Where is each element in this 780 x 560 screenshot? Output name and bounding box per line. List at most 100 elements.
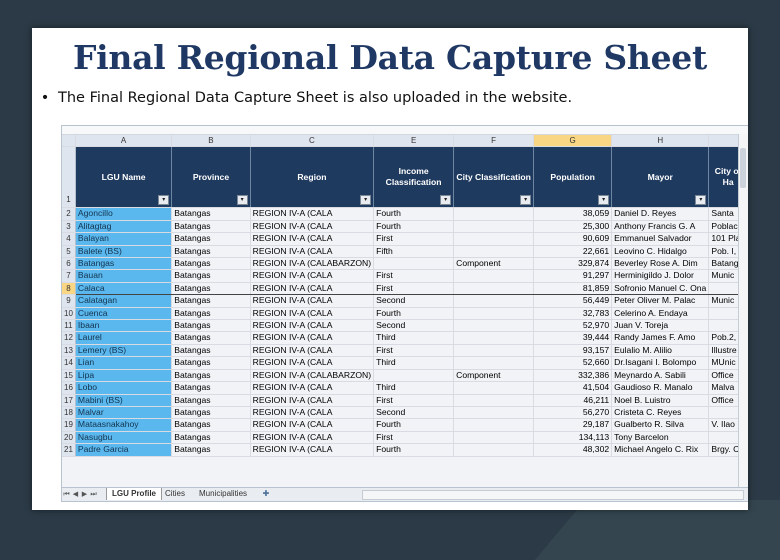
cell-lgu-name[interactable]: Mataasnakahoy (75, 418, 173, 432)
cell-income-class[interactable]: First (373, 344, 455, 358)
cell-city-class[interactable] (453, 207, 535, 221)
cell-province[interactable]: Batangas (171, 245, 251, 259)
cell-income-class[interactable] (373, 257, 455, 271)
cell-income-class[interactable]: Second (373, 406, 455, 420)
cell-lgu-name[interactable]: Calaca (75, 281, 173, 296)
cell-mayor[interactable]: Herminigildo J. Dolor (611, 269, 710, 283)
cell-income-class[interactable]: First (373, 431, 455, 445)
cell-lgu-name[interactable]: Malvar (75, 406, 173, 420)
cell-population[interactable]: 93,157 (533, 344, 613, 358)
cell-lgu-name[interactable]: Calatagan (75, 294, 173, 308)
cell-province[interactable]: Batangas (171, 232, 251, 246)
cell-region[interactable]: REGION IV-A (CALA (250, 344, 375, 358)
cell-province[interactable]: Batangas (171, 344, 251, 358)
column-letter[interactable]: H (611, 135, 710, 148)
cell-city-class[interactable] (453, 281, 535, 296)
cell-income-class[interactable]: Fourth (373, 220, 455, 234)
cell-province[interactable]: Batangas (171, 443, 251, 457)
filter-dropdown-icon[interactable]: ▾ (158, 195, 170, 206)
row-number[interactable]: 2 (62, 207, 76, 221)
column-letter[interactable]: A (75, 135, 173, 148)
cell-region[interactable]: REGION IV-A (CALA (250, 232, 375, 246)
row-number[interactable]: 14 (62, 356, 76, 370)
cell-income-class[interactable]: First (373, 232, 455, 246)
cell-lgu-name[interactable]: Alitagtag (75, 220, 173, 234)
cell-city-class[interactable] (453, 381, 535, 395)
cell-province[interactable]: Batangas (171, 220, 251, 234)
cell-province[interactable]: Batangas (171, 207, 251, 221)
cell-population[interactable]: 29,187 (533, 418, 613, 432)
row-number[interactable]: 13 (62, 344, 76, 358)
cell-population[interactable]: 332,386 (533, 369, 613, 383)
last-sheet-icon[interactable]: ⏭ (89, 488, 98, 501)
cell-region[interactable]: REGION IV-A (CALA (250, 443, 375, 457)
filter-dropdown-icon[interactable]: ▾ (520, 195, 532, 206)
cell-city-class[interactable] (453, 344, 535, 358)
cell-mayor[interactable]: Eulalio M. Alilio (611, 344, 710, 358)
column-letter[interactable]: E (373, 135, 455, 148)
cell-city-class[interactable] (453, 232, 535, 246)
vertical-scrollbar[interactable] (738, 134, 748, 489)
filter-dropdown-icon[interactable]: ▾ (598, 195, 610, 206)
cell-income-class[interactable]: Third (373, 331, 455, 345)
cell-region[interactable]: REGION IV-A (CALA (250, 356, 375, 370)
row-number[interactable]: 18 (62, 406, 76, 420)
cell-region[interactable]: REGION IV-A (CALA (250, 220, 375, 234)
cell-income-class[interactable]: Fourth (373, 307, 455, 321)
cell-province[interactable]: Batangas (171, 369, 251, 383)
cell-lgu-name[interactable]: Bauan (75, 269, 173, 283)
cell-population[interactable]: 48,302 (533, 443, 613, 457)
cell-mayor[interactable]: Celerino A. Endaya (611, 307, 710, 321)
column-letter[interactable]: C (250, 135, 375, 148)
column-letter[interactable]: B (171, 135, 251, 148)
cell-lgu-name[interactable]: Mabini (BS) (75, 394, 173, 407)
cell-income-class[interactable] (373, 369, 455, 383)
cell-region[interactable]: REGION IV-A (CALA (250, 331, 375, 345)
tab-municipalities[interactable]: Municipalities (194, 488, 252, 500)
cell-lgu-name[interactable]: Balete (BS) (75, 245, 173, 259)
row-number[interactable]: 10 (62, 307, 76, 321)
cell-city-class[interactable] (453, 394, 535, 407)
cell-income-class[interactable]: First (373, 394, 455, 407)
cell-lgu-name[interactable]: Balayan (75, 232, 173, 246)
cell-population[interactable]: 38,059 (533, 207, 613, 221)
cell-mayor[interactable]: Beverley Rose A. Dim (611, 257, 710, 271)
cell-mayor[interactable]: Peter Oliver M. Palac (611, 294, 710, 308)
cell-region[interactable]: REGION IV-A (CALA (250, 245, 375, 259)
cell-mayor[interactable]: Juan V. Toreja (611, 319, 710, 333)
cell-income-class[interactable]: Third (373, 356, 455, 370)
cell-mayor[interactable]: Gaudioso R. Manalo (611, 381, 710, 395)
cell-province[interactable]: Batangas (171, 356, 251, 370)
cell-mayor[interactable]: Cristeta C. Reyes (611, 406, 710, 420)
row-number[interactable]: 8 (62, 282, 76, 296)
cell-province[interactable]: Batangas (171, 281, 251, 296)
cell-population[interactable]: 41,504 (533, 381, 613, 395)
cell-mayor[interactable]: Michael Angelo C. Rix (611, 443, 710, 457)
cell-mayor[interactable]: Sofronio Manuel C. Ona (611, 281, 710, 296)
cell-population[interactable]: 134,113 (533, 431, 613, 445)
row-number[interactable]: 6 (62, 257, 76, 271)
cell-lgu-name[interactable]: Nasugbu (75, 431, 173, 445)
filter-dropdown-icon[interactable]: ▾ (360, 195, 372, 206)
cell-population[interactable]: 91,297 (533, 269, 613, 283)
cell-mayor[interactable]: Meynardo A. Sabili (611, 369, 710, 383)
row-number[interactable]: 7 (62, 269, 76, 283)
cell-city-class[interactable]: Component (453, 369, 535, 383)
cell-region[interactable]: REGION IV-A (CALA (250, 269, 375, 283)
row-number[interactable]: 9 (62, 294, 76, 308)
cell-region[interactable]: REGION IV-A (CALA (250, 207, 375, 221)
cell-city-class[interactable] (453, 356, 535, 370)
column-letter[interactable]: F (453, 135, 535, 148)
cell-income-class[interactable]: First (373, 281, 455, 296)
cell-region[interactable]: REGION IV-A (CALABARZON) (250, 369, 375, 383)
cell-city-class[interactable] (453, 431, 535, 445)
tab-lgu-profile[interactable]: LGU Profile (106, 488, 163, 500)
row-number[interactable]: 12 (62, 331, 76, 345)
row-number[interactable]: 3 (62, 220, 76, 234)
cell-region[interactable]: REGION IV-A (CALA (250, 418, 375, 432)
cell-region[interactable]: REGION IV-A (CALA (250, 294, 375, 308)
row-number[interactable]: 20 (62, 431, 76, 445)
cell-population[interactable]: 52,660 (533, 356, 613, 370)
cell-population[interactable]: 32,783 (533, 307, 613, 321)
row-number[interactable]: 16 (62, 381, 76, 395)
